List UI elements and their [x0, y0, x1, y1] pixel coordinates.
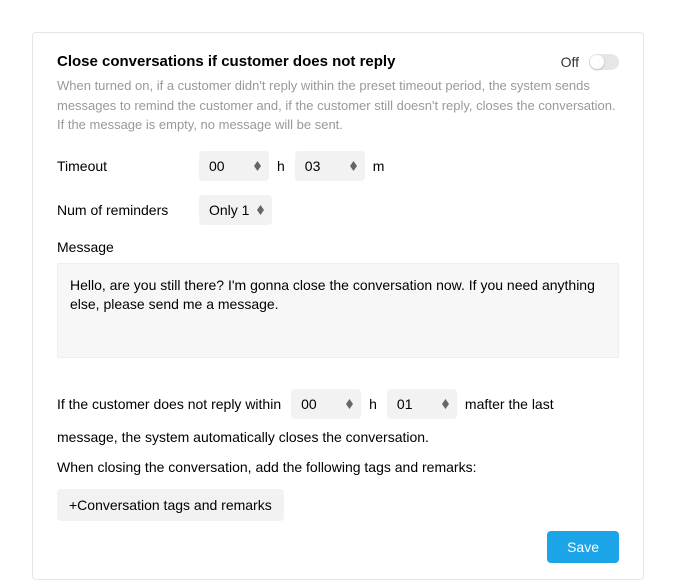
settings-card: Close conversations if customer does not… [32, 32, 644, 580]
header-row: Close conversations if customer does not… [57, 53, 619, 70]
stepper-arrows-icon [254, 161, 261, 171]
stepper-value: 03 [305, 158, 321, 174]
footer: Save [57, 531, 619, 563]
add-tags-button-label: +Conversation tags and remarks [69, 497, 272, 513]
save-button[interactable]: Save [547, 531, 619, 563]
stepper-arrows-icon [257, 205, 264, 215]
add-tags-button[interactable]: +Conversation tags and remarks [57, 489, 284, 521]
message-label: Message [57, 239, 619, 255]
setting-description: When turned on, if a customer didn't rep… [57, 76, 619, 135]
stepper-value: 01 [397, 396, 413, 412]
tags-label: When closing the conversation, add the f… [57, 459, 619, 475]
toggle-switch[interactable] [589, 54, 619, 70]
stepper-value: 00 [209, 158, 225, 174]
unit-minutes: m [373, 158, 385, 174]
stepper-arrows-icon [350, 161, 357, 171]
stepper-value: 00 [301, 396, 317, 412]
timeout-row: Timeout 00 h 03 m [57, 151, 619, 181]
auto-close-text-before: If the customer does not reply within [57, 396, 281, 412]
autoclose-hours-stepper[interactable]: 00 [291, 389, 361, 419]
stepper-arrows-icon [442, 399, 449, 409]
stepper-arrows-icon [346, 399, 353, 409]
message-textarea[interactable] [57, 263, 619, 358]
unit-hours: h [277, 158, 285, 174]
dropdown-value: Only 1 [209, 202, 249, 218]
reminders-label: Num of reminders [57, 202, 199, 218]
auto-close-row-2: message, the system automatically closes… [57, 429, 619, 445]
setting-title: Close conversations if customer does not… [57, 53, 395, 70]
auto-close-row-1: If the customer does not reply within 00… [57, 389, 619, 419]
toggle-wrap: Off [561, 54, 619, 70]
reminders-dropdown[interactable]: Only 1 [199, 195, 272, 225]
unit-hours: h [369, 396, 377, 412]
toggle-state-label: Off [561, 54, 579, 70]
timeout-hours-stepper[interactable]: 00 [199, 151, 269, 181]
reminders-row: Num of reminders Only 1 [57, 195, 619, 225]
timeout-minutes-stepper[interactable]: 03 [295, 151, 365, 181]
timeout-label: Timeout [57, 158, 199, 174]
autoclose-minutes-stepper[interactable]: 01 [387, 389, 457, 419]
toggle-knob [590, 55, 604, 69]
auto-close-text-after: mafter the last [465, 396, 554, 412]
